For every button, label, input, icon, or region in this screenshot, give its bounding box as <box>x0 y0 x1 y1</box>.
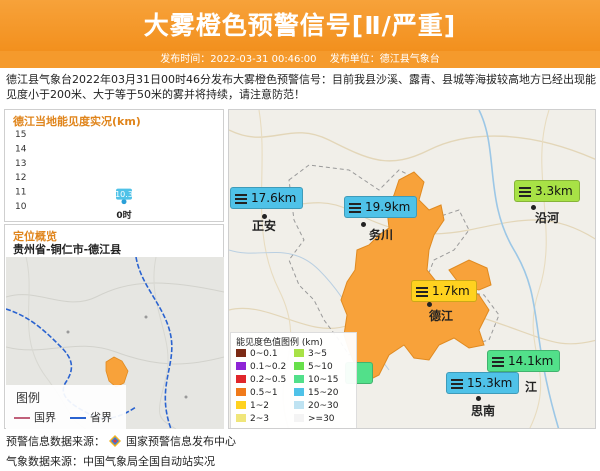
legend-label: 0.5~1 <box>250 388 278 398</box>
publish-info: 发布时间：2022-03-31 00:46:00 发布单位：德江县气象台 <box>0 51 600 68</box>
city-marker-wuchuan <box>361 222 366 227</box>
city-label-yanhe: 沿河 <box>535 211 560 225</box>
legend-item: 1~2 <box>236 401 269 412</box>
legend-label: 3~5 <box>308 349 327 359</box>
visibility-chart: 15 14 13 12 11 10 10.3 0时 <box>15 130 133 220</box>
warning-source: 预警信息数据来源： 国家预警信息发布中心 <box>6 435 236 448</box>
legend-item: 0.2~0.5 <box>236 375 286 386</box>
legend-item: 0~0.1 <box>236 349 278 360</box>
province-border-swatch <box>70 417 86 419</box>
data-label: 10.3 <box>115 190 133 199</box>
overview-legend-title: 图例 <box>16 391 41 405</box>
warning-source-link[interactable]: 国家预警信息发布中心 <box>126 435 236 448</box>
visibility-legend-title: 能见度色值图例 (km) <box>236 338 323 348</box>
legend-swatch <box>294 414 304 422</box>
city-label-sinan: 思南 <box>471 404 496 418</box>
legend-item: 10~15 <box>294 375 338 386</box>
location-region: 贵州省-铜仁市-德江县 <box>13 243 122 256</box>
legend-item: 0.5~1 <box>236 388 278 399</box>
warning-description: 德江县气象台2022年03月31日00时46分发布大雾橙色预警信号：目前我县沙溪… <box>6 73 596 101</box>
equals-bars-icon <box>451 377 463 391</box>
city-marker-sinan <box>476 396 481 401</box>
equals-bars-icon <box>349 201 361 215</box>
legend-label: 20~30 <box>308 401 339 411</box>
y-tick-label: 11 <box>15 188 26 198</box>
x-tick-label: 0时 <box>116 209 131 220</box>
legend-swatch <box>236 401 246 409</box>
warning-map[interactable]: 17.6km 正安 19.9km 务川 3.3km 沿河 1.7km 德江 14… <box>228 109 596 429</box>
equals-bars-icon <box>416 285 428 299</box>
equals-bars-icon <box>519 185 531 199</box>
publish-unit: 发布单位：德江县气象台 <box>329 54 440 65</box>
visibility-panel: 德江当地能见度实况(km) 15 14 13 12 11 10 10.3 0时 <box>4 109 224 222</box>
visibility-color-legend: 能见度色值图例 (km) 0~0.1 3~5 0.1~0.2 5~10 0.2~0.5 1… <box>230 332 357 428</box>
legend-item: 5~10 <box>294 362 333 373</box>
value-box-yinjiang[interactable]: 14.1km <box>487 350 561 372</box>
publish-time: 发布时间：2022-03-31 00:46:00 <box>160 54 317 65</box>
location-panel: 定位概览 贵州省-铜仁市-德江县 图例 国界 省界 <box>4 224 224 429</box>
legend-label: 0.1~0.2 <box>250 362 287 372</box>
legend-province-border: 省界 <box>70 409 112 425</box>
legend-label: >=30 <box>308 414 335 424</box>
legend-label: 0~0.1 <box>250 349 278 359</box>
weather-data-source: 气象数据来源：中国气象局全国自动站实况 <box>6 455 215 468</box>
overview-legend: 图例 国界 省界 <box>6 385 126 429</box>
city-label-zhengan: 正安 <box>252 219 277 233</box>
national-border-swatch <box>14 417 30 419</box>
legend-item: >=30 <box>294 414 335 425</box>
y-tick-label: 12 <box>15 173 26 183</box>
legend-swatch <box>236 388 246 396</box>
legend-national-border: 国界 <box>14 409 56 425</box>
y-tick-label: 15 <box>15 130 26 140</box>
cma-diamond-icon <box>108 435 121 447</box>
legend-swatch <box>236 362 246 370</box>
warning-banner: 大雾橙色预警信号[Ⅱ/严重] 发布时间：2022-03-31 00:46:00 … <box>0 0 600 68</box>
page-title: 大雾橙色预警信号[Ⅱ/严重] <box>143 11 457 40</box>
value-box-zhengan[interactable]: 17.6km <box>230 187 304 209</box>
legend-item: 3~5 <box>294 349 327 360</box>
visibility-panel-title: 德江当地能见度实况(km) <box>13 115 141 128</box>
legend-item: 20~30 <box>294 401 338 412</box>
equals-bars-icon <box>492 355 504 369</box>
legend-label: 10~15 <box>308 375 339 385</box>
legend-item: 2~3 <box>236 414 269 425</box>
legend-label: 15~20 <box>308 388 339 398</box>
legend-label: 5~10 <box>308 362 333 372</box>
legend-swatch <box>294 375 304 383</box>
y-tick-label: 10 <box>15 202 27 212</box>
legend-label: 1~2 <box>250 401 269 411</box>
legend-label: 2~3 <box>250 414 269 424</box>
legend-swatch <box>294 401 304 409</box>
legend-label: 0.2~0.5 <box>250 375 287 385</box>
city-label-dejiang: 德江 <box>429 309 454 323</box>
value-box-dejiang[interactable]: 1.7km <box>411 280 477 302</box>
y-tick-label: 14 <box>15 144 27 154</box>
data-point[interactable] <box>121 199 127 205</box>
legend-item: 15~20 <box>294 388 338 399</box>
y-tick-label: 13 <box>15 159 26 169</box>
legend-swatch <box>236 414 246 422</box>
city-label-wuchuan: 务川 <box>369 228 394 242</box>
legend-swatch <box>294 349 304 357</box>
legend-swatch <box>294 388 304 396</box>
legend-swatch <box>294 362 304 370</box>
value-box-sinan[interactable]: 15.3km <box>446 372 520 394</box>
city-label-yinjiang-partial: 江 <box>525 380 538 394</box>
value-box-wuchuan[interactable]: 19.9km <box>344 196 418 218</box>
legend-item: 0.1~0.2 <box>236 362 286 373</box>
legend-swatch <box>236 375 246 383</box>
equals-bars-icon <box>235 192 247 206</box>
legend-swatch <box>236 349 246 357</box>
value-box-yanhe[interactable]: 3.3km <box>514 180 580 202</box>
